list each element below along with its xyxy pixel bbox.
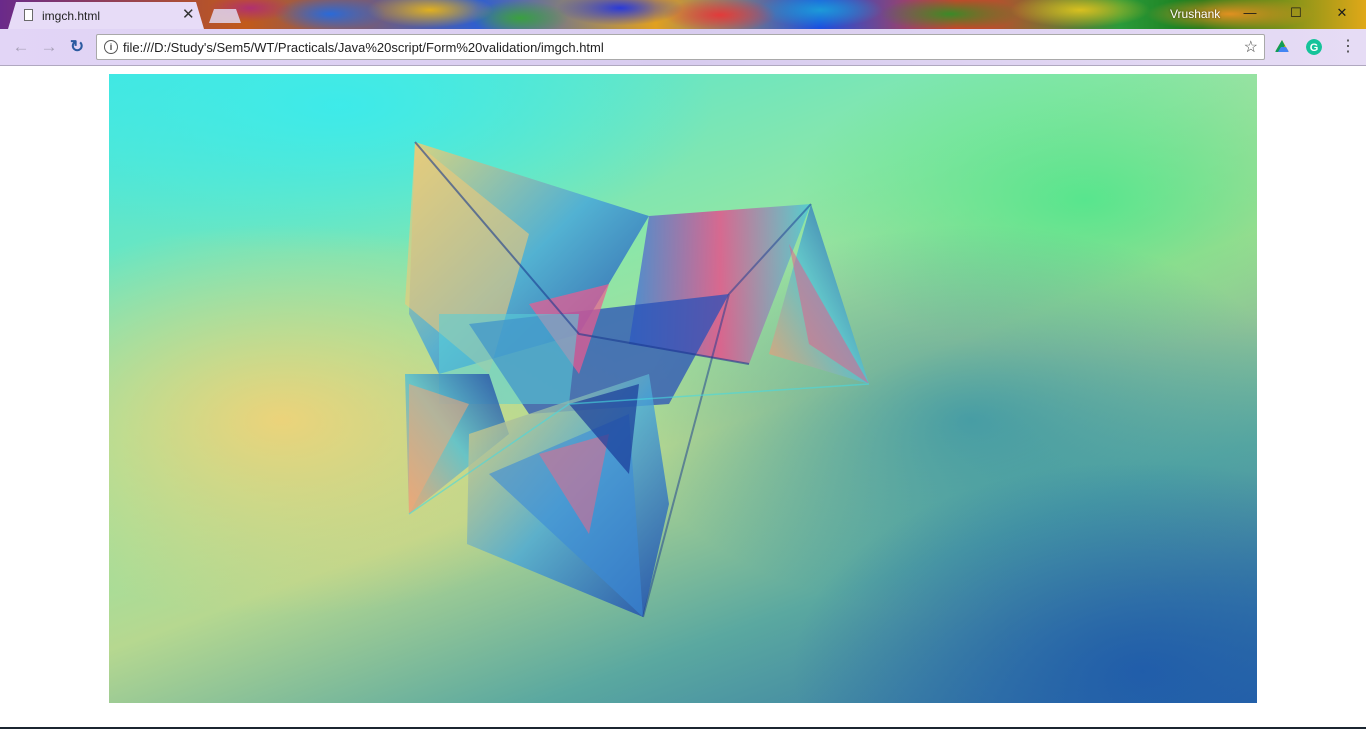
- address-bar[interactable]: i file:///D:/Study's/Sem5/WT/Practicals/…: [96, 34, 1265, 60]
- address-text[interactable]: file:///D:/Study's/Sem5/WT/Practicals/Ja…: [123, 40, 604, 55]
- new-tab-button[interactable]: [209, 9, 241, 23]
- drive-extension-icon[interactable]: [1274, 39, 1290, 55]
- svg-text:G: G: [1310, 42, 1319, 54]
- tab-close-icon[interactable]: ✕: [182, 6, 195, 24]
- abstract-artwork-image: [109, 74, 1257, 703]
- maximize-button[interactable]: ☐: [1274, 2, 1318, 24]
- close-window-button[interactable]: ✕: [1320, 2, 1364, 24]
- reload-button[interactable]: ↻: [66, 36, 88, 58]
- document-icon: [24, 9, 33, 21]
- menu-icon[interactable]: ⋮: [1340, 38, 1356, 56]
- info-icon[interactable]: i: [104, 40, 118, 54]
- back-button[interactable]: ←: [10, 36, 32, 58]
- tab-title: imgch.html: [42, 9, 101, 23]
- profile-name[interactable]: Vrushank: [1170, 7, 1220, 21]
- bookmark-star-icon[interactable]: ☆: [1244, 37, 1258, 57]
- grammarly-extension-icon[interactable]: G: [1306, 39, 1322, 55]
- forward-button[interactable]: →: [38, 36, 60, 58]
- crystal-shape: [405, 141, 870, 618]
- minimize-button[interactable]: —: [1228, 2, 1272, 24]
- tab-imgch[interactable]: imgch.html ✕: [8, 2, 204, 29]
- title-bar: imgch.html ✕ Vrushank — ☐ ✕: [0, 0, 1366, 29]
